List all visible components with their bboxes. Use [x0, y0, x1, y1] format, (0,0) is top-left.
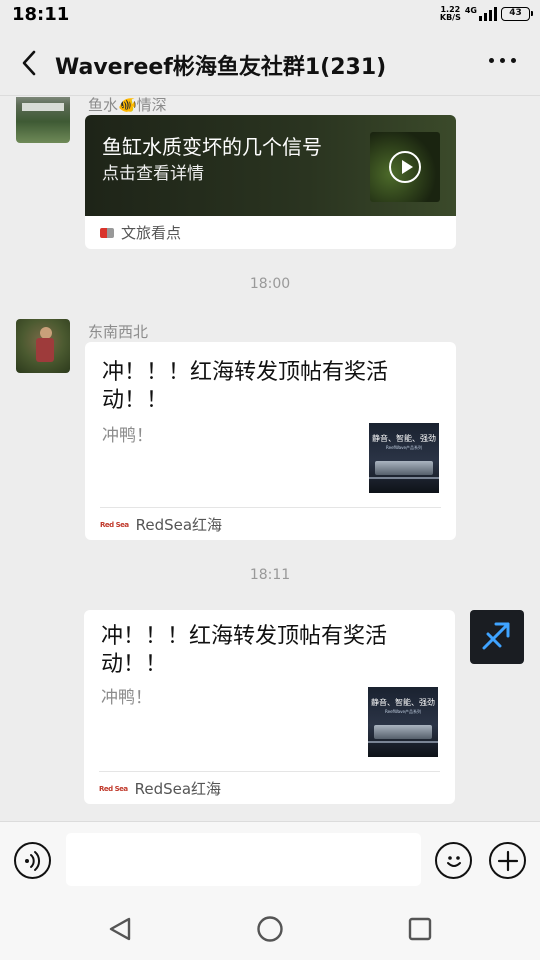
network-speed: 1.22 KB/S [439, 5, 461, 22]
time-divider: 18:00 [249, 276, 291, 292]
thumbnail-product [374, 725, 432, 739]
more-dot-icon [500, 58, 505, 63]
sender-name: 鱼水🐠情深 [88, 97, 167, 114]
sender-avatar[interactable] [16, 319, 70, 373]
video-link-card[interactable]: 鱼缸水质变坏的几个信号 点击查看详情 文旅看点 [85, 115, 456, 249]
thumbnail-subline: ReefWave产品系列 [386, 445, 422, 450]
plus-icon [497, 850, 518, 871]
link-card[interactable]: 冲！！！红海转发顶帖有奖活动！！ 冲鸭！ 静音、智能、强劲 ReefWave产品… [84, 610, 455, 804]
card-source: Red Sea RedSea红海 [99, 778, 221, 799]
video-card-header: 鱼缸水质变坏的几个信号 点击查看详情 [85, 115, 456, 216]
thumbnail-shelf [369, 477, 439, 479]
time-divider: 18:11 [249, 567, 291, 583]
link-card[interactable]: 冲！！！红海转发顶帖有奖活动！！ 冲鸭！ 静音、智能、强劲 ReefWave产品… [85, 342, 456, 540]
avatar-building [22, 103, 64, 111]
redsea-logo-icon: Red Sea [100, 520, 129, 529]
network-type: 4G [464, 6, 477, 15]
thumbnail-shelf [368, 741, 438, 743]
link-title: 冲！！！红海转发顶帖有奖活动！！ [101, 624, 388, 677]
card-source: Red Sea RedSea红海 [100, 514, 222, 535]
smiley-icon [446, 855, 461, 867]
play-icon [389, 151, 421, 183]
battery-icon: 43 [501, 7, 533, 21]
avatar-person-body [36, 338, 54, 362]
status-time: 18:11 [12, 4, 70, 25]
sender-avatar[interactable] [16, 97, 70, 143]
source-logo-icon [100, 227, 114, 238]
chevron-left-icon [22, 50, 36, 76]
link-thumbnail: 静音、智能、强劲 ReefWave产品系列 [369, 423, 439, 493]
input-bar [0, 821, 540, 898]
system-nav-bar [0, 898, 540, 960]
chat-title: Wavereef彬海鱼友社群1(231) [55, 55, 387, 80]
voice-icon [24, 850, 40, 871]
message-list[interactable]: 鱼水🐠情深 鱼缸水质变坏的几个信号 点击查看详情 文旅看点 18:00 东南西北… [0, 97, 540, 821]
sender-name: 东南西北 [88, 323, 149, 341]
voice-input-button[interactable] [14, 842, 51, 879]
chat-header: Wavereef彬海鱼友社群1(231) [0, 30, 540, 96]
thumbnail-headline: 静音、智能、强劲 [371, 698, 435, 707]
triangle-back-icon [109, 917, 131, 941]
more-options-button[interactable] [489, 58, 516, 63]
thumbnail-subline: ReefWave产品系列 [385, 709, 421, 714]
nav-recents-button[interactable] [405, 914, 435, 944]
card-divider [100, 507, 441, 508]
more-functions-button[interactable] [489, 842, 526, 879]
back-button[interactable] [14, 48, 44, 78]
status-indicators: 1.22 KB/S 4G 43 [439, 5, 533, 22]
square-recents-icon [408, 917, 432, 941]
source-name: 文旅看点 [121, 224, 182, 242]
link-title: 冲！！！红海转发顶帖有奖活动！！ [102, 360, 389, 413]
video-thumbnail [370, 132, 440, 202]
circle-home-icon [257, 916, 283, 942]
card-source: 文旅看点 [100, 222, 181, 243]
link-description: 冲鸭！ [101, 688, 152, 708]
source-name: RedSea红海 [134, 780, 222, 798]
sagittarius-icon [482, 622, 510, 650]
link-description: 冲鸭！ [102, 426, 153, 446]
thumbnail-product [375, 461, 433, 475]
card-divider [99, 771, 440, 772]
source-name: RedSea红海 [135, 516, 223, 534]
signal-icon [479, 7, 497, 21]
nav-home-button[interactable] [255, 914, 285, 944]
more-dot-icon [511, 58, 516, 63]
own-avatar[interactable] [470, 610, 524, 664]
video-title: 鱼缸水质变坏的几个信号 [102, 135, 322, 159]
thumbnail-headline: 静音、智能、强劲 [372, 434, 436, 443]
emoji-button[interactable] [435, 842, 472, 879]
video-subtitle: 点击查看详情 [102, 164, 204, 184]
redsea-logo-icon: Red Sea [99, 784, 128, 793]
nav-back-button[interactable] [105, 914, 135, 944]
link-thumbnail: 静音、智能、强劲 ReefWave产品系列 [368, 687, 438, 757]
message-input[interactable] [66, 833, 421, 886]
status-bar: 18:11 1.22 KB/S 4G 43 [0, 0, 540, 30]
more-dot-icon [489, 58, 494, 63]
